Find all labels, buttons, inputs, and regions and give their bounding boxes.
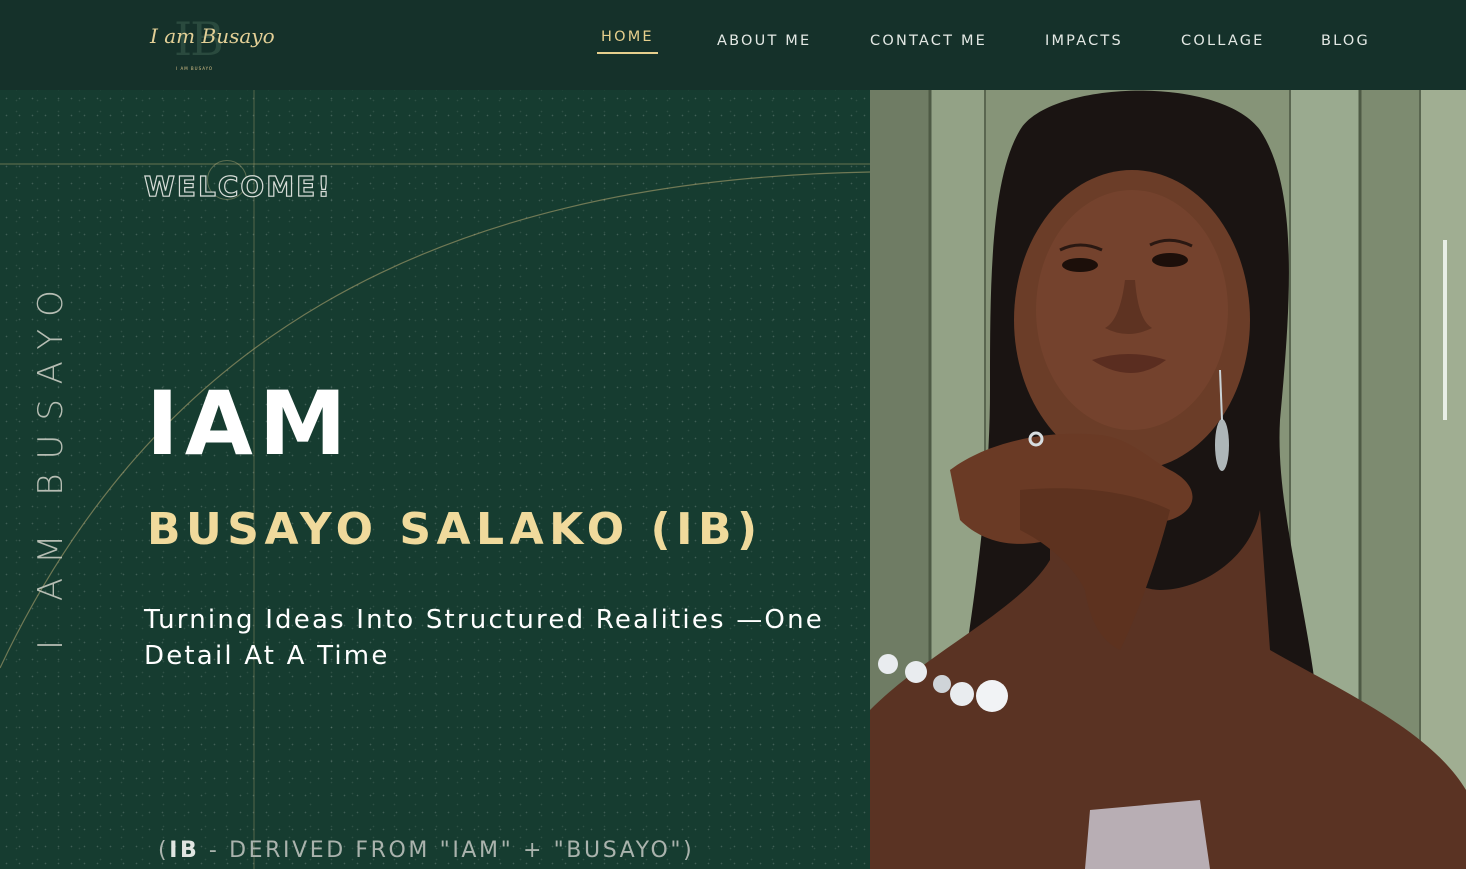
nav-blog-label: BLOG — [1321, 33, 1370, 49]
nav-collage[interactable]: COLLAGE — [1181, 33, 1265, 49]
vertical-brand-label: I AM BUSAYO — [31, 276, 71, 650]
main-nav: HOME ABOUT ME CONTACT ME IMPACTS COLLAGE… — [0, 0, 1466, 90]
nav-contact-me-label: CONTACT ME — [870, 33, 988, 49]
nav-impacts-label: IMPACTS — [1045, 33, 1123, 49]
nav-active-underline — [597, 52, 658, 54]
note-ib: IB — [169, 838, 200, 863]
hero-name: BUSAYO SALAKO (IB) — [147, 504, 763, 555]
welcome-heading: WELCOME! — [143, 169, 332, 203]
note-open-paren: ( — [158, 838, 170, 863]
name-origin-note: (IB - DERIVED FROM "IAM" + "BUSAYO") — [158, 838, 694, 863]
vertical-brand-text: I AM BUSAYO — [31, 170, 71, 650]
guide-golden-curve — [0, 171, 870, 669]
nav-about-me-label: ABOUT ME — [717, 33, 812, 49]
nav-home[interactable]: HOME — [597, 29, 658, 54]
hero-portrait — [870, 90, 1466, 869]
portrait-photo — [870, 90, 1466, 869]
hero-tagline: Turning Ideas Into Structured Realities … — [144, 605, 824, 671]
site-header: IB I am Busayo I AM BUSAYO HOME ABOUT ME… — [0, 0, 1466, 90]
nav-home-label: HOME — [601, 29, 654, 45]
decorative-guides — [0, 90, 870, 869]
page: IB I am Busayo I AM BUSAYO HOME ABOUT ME… — [0, 0, 1466, 869]
nav-impacts[interactable]: IMPACTS — [1045, 33, 1123, 49]
nav-contact-me[interactable]: CONTACT ME — [870, 33, 987, 49]
nav-collage-label: COLLAGE — [1181, 33, 1265, 49]
hero-text-panel: I AM BUSAYO WELCOME! IAM BUSAYO SALAKO (… — [0, 90, 870, 869]
note-rest: - DERIVED FROM "IAM" + "BUSAYO") — [199, 838, 695, 863]
nav-about-me[interactable]: ABOUT ME — [717, 33, 811, 49]
nav-blog[interactable]: BLOG — [1321, 33, 1370, 49]
hero-headline: IAM — [146, 372, 353, 475]
